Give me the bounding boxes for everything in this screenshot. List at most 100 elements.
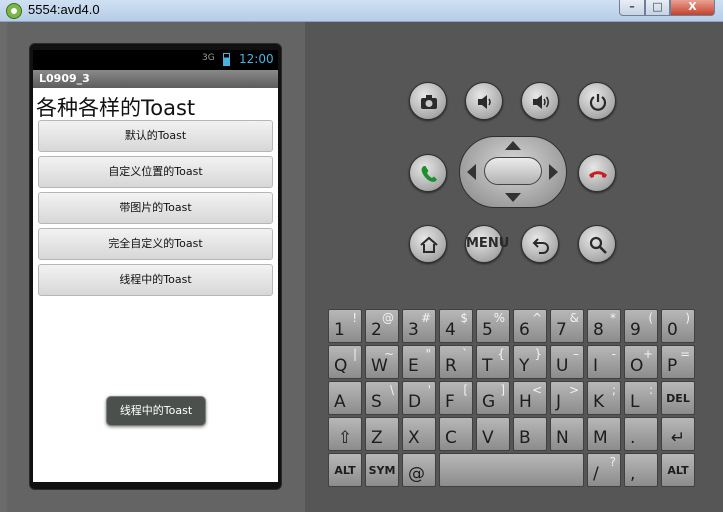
- key-d[interactable]: D ': [402, 381, 436, 415]
- volume-up-icon: [533, 95, 550, 109]
- key-0[interactable]: 0): [661, 309, 695, 343]
- power-button[interactable]: [578, 82, 616, 120]
- key-label: ↵: [670, 428, 686, 448]
- key-,[interactable]: ,: [624, 453, 658, 487]
- minimize-button[interactable]: –: [619, 0, 645, 16]
- key-a[interactable]: A: [328, 381, 362, 415]
- key-label: Q: [334, 356, 348, 376]
- key-y[interactable]: Y}: [513, 345, 547, 379]
- key-i[interactable]: I-: [587, 345, 621, 379]
- key-l[interactable]: L:: [624, 381, 658, 415]
- key-m[interactable]: M: [587, 417, 621, 451]
- key-.[interactable]: .: [624, 417, 658, 451]
- key-alt-label: *: [610, 311, 616, 325]
- volume-down-button[interactable]: [465, 82, 503, 120]
- key-alt-label: $: [460, 311, 468, 325]
- custom-position-toast-button[interactable]: 自定义位置的Toast: [38, 156, 273, 188]
- key-label: S: [371, 392, 382, 412]
- key-label: E: [408, 356, 419, 376]
- key-p[interactable]: P =: [661, 345, 695, 379]
- key-label: 6: [519, 320, 530, 340]
- key-f[interactable]: F[: [439, 381, 473, 415]
- key-label: DEL: [666, 392, 690, 405]
- key-label: F: [445, 392, 455, 412]
- key-1[interactable]: 1!: [328, 309, 362, 343]
- key-2[interactable]: 2 @: [365, 309, 399, 343]
- end-call-button[interactable]: [578, 154, 616, 192]
- key-alt-label: ": [425, 347, 431, 361]
- key-h[interactable]: H <: [513, 381, 547, 415]
- key-label: ,: [630, 464, 636, 484]
- default-toast-button[interactable]: 默认的Toast: [38, 120, 273, 152]
- key-s[interactable]: S \: [365, 381, 399, 415]
- key-alt[interactable]: ALT: [328, 453, 362, 487]
- space-key[interactable]: [439, 453, 584, 487]
- dpad-right-icon[interactable]: [549, 164, 558, 180]
- key-o[interactable]: O +: [624, 345, 658, 379]
- key-6[interactable]: 6 ^: [513, 309, 547, 343]
- key-3[interactable]: 3 #: [402, 309, 436, 343]
- key-k[interactable]: K;: [587, 381, 621, 415]
- dpad-up-icon[interactable]: [505, 141, 521, 150]
- key-alt-label: \: [389, 383, 394, 397]
- key-j[interactable]: J >: [550, 381, 584, 415]
- key-r[interactable]: R `: [439, 345, 473, 379]
- key-t[interactable]: T{: [476, 345, 510, 379]
- key-alt-label: ?: [609, 455, 616, 469]
- dpad-center-button[interactable]: [484, 157, 542, 185]
- key-4[interactable]: 4 $: [439, 309, 473, 343]
- call-button[interactable]: [409, 154, 447, 192]
- key-5[interactable]: 5%: [476, 309, 510, 343]
- key-b[interactable]: B: [513, 417, 547, 451]
- key-g[interactable]: G]: [476, 381, 510, 415]
- key-label: 1: [334, 320, 345, 340]
- key-n[interactable]: N: [550, 417, 584, 451]
- key-alt-label: |: [352, 347, 357, 361]
- toast-message: 线程中的Toast: [106, 396, 206, 426]
- key-v[interactable]: V: [476, 417, 510, 451]
- key-alt[interactable]: ALT: [661, 453, 695, 487]
- camera-button[interactable]: [409, 82, 447, 120]
- app-title-bar: L0909_3: [33, 70, 278, 88]
- key-alt-label: ': [427, 383, 431, 397]
- key-@[interactable]: @: [402, 453, 436, 487]
- key-label: A: [334, 392, 346, 412]
- key-label: M: [593, 428, 608, 448]
- menu-button[interactable]: MENU: [465, 225, 509, 263]
- key-z[interactable]: Z: [365, 417, 399, 451]
- volume-down-icon: [478, 95, 491, 109]
- key-label: 3: [408, 320, 419, 340]
- thread-toast-button[interactable]: 线程中的Toast: [38, 264, 273, 296]
- key-8[interactable]: 8 *: [587, 309, 621, 343]
- key-q[interactable]: Q |: [328, 345, 362, 379]
- key-label: R: [445, 356, 457, 376]
- home-button[interactable]: [409, 225, 447, 263]
- key-u[interactable]: U –: [550, 345, 584, 379]
- camera-icon: [421, 95, 437, 109]
- app-screen: 各种各样的Toast 默认的Toast 自定义位置的Toast 带图片的Toas…: [33, 88, 278, 482]
- key-label: B: [519, 428, 531, 448]
- search-button[interactable]: [578, 225, 616, 263]
- image-toast-button[interactable]: 带图片的Toast: [38, 192, 273, 224]
- fully-custom-toast-button[interactable]: 完全自定义的Toast: [38, 228, 273, 260]
- key-label: ⇧: [337, 428, 353, 448]
- key-del[interactable]: DEL: [661, 381, 695, 415]
- back-button[interactable]: [521, 225, 559, 263]
- volume-up-button[interactable]: [521, 82, 559, 120]
- dpad-left-icon[interactable]: [467, 164, 476, 180]
- key-sym[interactable]: SYM: [365, 453, 399, 487]
- key-e[interactable]: E ": [402, 345, 436, 379]
- maximize-button[interactable]: □: [645, 0, 670, 16]
- dpad-down-icon[interactable]: [505, 193, 521, 202]
- enter-key[interactable]: ↵: [661, 417, 695, 451]
- key-c[interactable]: C: [439, 417, 473, 451]
- key-7[interactable]: 7 &: [550, 309, 584, 343]
- key-w[interactable]: W ~: [365, 345, 399, 379]
- key-9[interactable]: 9(: [624, 309, 658, 343]
- key-x[interactable]: X: [402, 417, 436, 451]
- key-label: P: [667, 356, 678, 376]
- shift-key[interactable]: ⇧: [328, 417, 362, 451]
- home-icon: [420, 236, 438, 253]
- close-button[interactable]: X: [670, 0, 715, 16]
- key-/[interactable]: /?: [587, 453, 621, 487]
